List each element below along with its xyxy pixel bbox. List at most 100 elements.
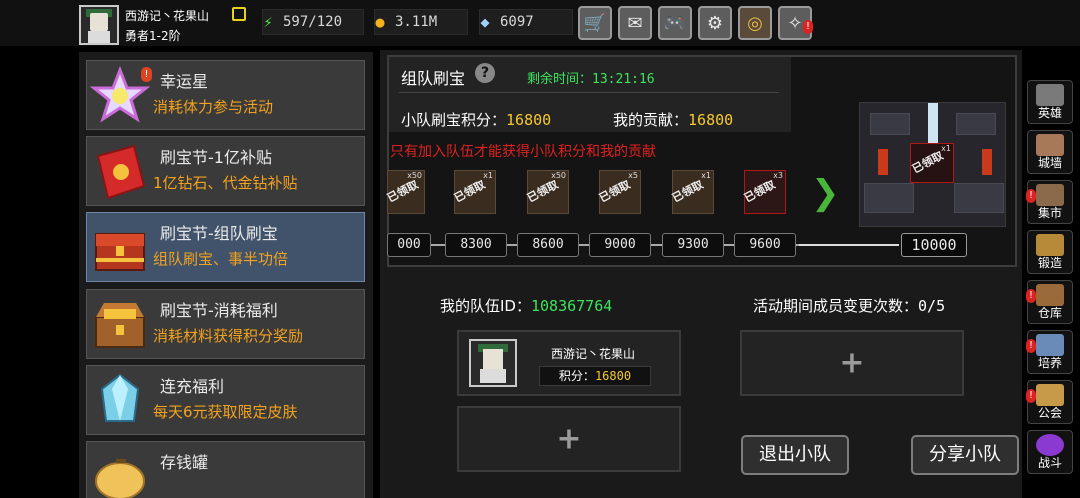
shop-button[interactable]: 🛒 [578, 6, 612, 40]
next-arrow-icon[interactable]: ❯ [811, 175, 840, 211]
timer-value: 13:21:16 [592, 72, 655, 87]
right-navigation: 英雄 城墙 ! 集市 锻造 ! 仓库 ! 培养 ! 公会 战斗 [1026, 80, 1074, 498]
event-item-team-treasure[interactable]: 刷宝节-组队刷宝 组队刷宝、事半功倍 [86, 212, 365, 282]
event-list[interactable]: ! 幸运星 消耗体力参与活动 刷宝节-1亿补贴 1亿钻石、代金钻补贴 刷宝节-组… [79, 52, 373, 498]
crystal-icon [90, 371, 150, 431]
add-member-icon: + [839, 345, 865, 381]
nav-forge[interactable]: 锻造 [1027, 230, 1073, 274]
alert-badge: ! [1026, 339, 1036, 353]
nav-label: 战斗 [1037, 456, 1062, 470]
nav-label: 公会 [1037, 406, 1062, 420]
reward-item[interactable]: x3 已领取 [742, 170, 786, 214]
help-icon[interactable]: ? [475, 63, 495, 83]
milestone-value: 9000 [589, 233, 651, 257]
event-desc: 消耗体力参与活动 [153, 98, 274, 116]
nav-guild[interactable]: ! 公会 [1026, 380, 1073, 424]
avatar-body [480, 369, 506, 383]
edit-name-icon[interactable] [232, 7, 246, 21]
team-score-label: 小队刷宝积分： [401, 111, 507, 129]
team-id-value: 108367764 [530, 297, 613, 315]
team-member-slot[interactable]: 西游记丶花果山 积分：16800 [457, 330, 681, 396]
top-bar: 西游记丶花果山 勇者1-2阶 ⚡ 597/120 ● 3.11M ◆ 6097 … [0, 0, 1080, 46]
reward-item[interactable]: x1 已领取 [452, 170, 496, 214]
sword-icon [928, 103, 938, 143]
settings-button[interactable]: ⚙ [698, 6, 732, 40]
gold-value: 3.11M [395, 14, 438, 30]
leave-team-button[interactable]: 退出小队 [741, 435, 849, 475]
nav-warehouse[interactable]: ! 仓库 [1026, 280, 1073, 324]
treasure-progress-section: 组队刷宝 ? 剩余时间：13:21:16 小队刷宝积分：16800 我的贡献：1… [385, 55, 1017, 267]
team-score-stat: 小队刷宝积分：16800 [401, 109, 551, 130]
claimed-stamp: 已领取 [452, 177, 488, 205]
event-item-subsidy[interactable]: 刷宝节-1亿补贴 1亿钻石、代金钻补贴 [86, 136, 365, 206]
event-title: 存钱罐 [160, 453, 209, 472]
reward-count: x1 [941, 144, 951, 153]
event-desc: 1亿钻石、代金钻补贴 [153, 174, 298, 192]
helmet-icon [1036, 84, 1064, 106]
nav-battle[interactable]: 战斗 [1027, 430, 1073, 474]
share-team-button[interactable]: 分享小队 [911, 435, 1019, 475]
torch-icon [878, 149, 888, 175]
event-desc: 组队刷宝、事半功倍 [153, 250, 289, 268]
join-team-warning: 只有加入队伍才能获得小队积分和我的贡献 [390, 144, 656, 160]
nav-hero[interactable]: 英雄 [1027, 80, 1073, 124]
panel-title: 组队刷宝 [401, 69, 466, 88]
color-wheel-button[interactable]: ◎ [738, 6, 772, 40]
nav-label: 仓库 [1037, 306, 1062, 320]
member-avatar [469, 339, 517, 387]
milestone-progress: 000 8300 8600 9000 9300 9600 10000 [387, 233, 1017, 257]
crack-button[interactable]: ✧ ! [778, 6, 813, 40]
red-envelope-icon [90, 142, 150, 202]
gamepad-button[interactable]: 🎮 [658, 6, 692, 40]
color-wheel-icon: ◎ [747, 12, 763, 34]
cart-icon: 🛒 [583, 12, 607, 34]
claimed-stamp: 已领取 [597, 177, 633, 205]
event-item-consume-welfare[interactable]: 刷宝节-消耗福利 消耗材料获得积分奖励 [86, 289, 365, 359]
my-contribution-label: 我的贡献： [613, 111, 689, 129]
nav-wall[interactable]: 城墙 [1027, 130, 1073, 174]
gem-value: 6097 [500, 14, 534, 30]
gem-counter[interactable]: ◆ 6097 [479, 9, 573, 35]
empty-member-slot[interactable]: + [740, 330, 964, 396]
anvil-icon [1036, 234, 1064, 256]
flask-icon [1036, 334, 1064, 356]
wall-brick [954, 183, 1004, 213]
alert-badge: ! [141, 67, 152, 82]
event-item-lucky-star[interactable]: ! 幸运星 消耗体力参与活动 [86, 60, 365, 130]
nav-train[interactable]: ! 培养 [1026, 330, 1073, 374]
wall-brick [956, 113, 996, 135]
change-count-label: 活动期间成员变更次数： [753, 297, 919, 315]
final-reward-image[interactable]: x1 已领取 [859, 102, 1006, 227]
mail-button[interactable]: ✉ [618, 6, 652, 40]
energy-counter[interactable]: ⚡ 597/120 [262, 9, 364, 35]
empty-member-slot[interactable]: + [457, 406, 681, 472]
my-contribution-stat: 我的贡献：16800 [613, 109, 733, 130]
team-score-value: 16800 [506, 111, 552, 129]
reward-count: x1 [483, 171, 493, 180]
gold-counter[interactable]: ● 3.11M [374, 9, 468, 35]
nav-market[interactable]: ! 集市 [1026, 180, 1073, 224]
reward-item[interactable]: x50 已领取 [385, 170, 425, 214]
event-item-recharge[interactable]: 连充福利 每天6元获取限定皮肤 [86, 365, 365, 435]
event-item-piggy-bank[interactable]: 存钱罐 [86, 441, 365, 498]
timer-label: 剩余时间： [527, 72, 593, 87]
nav-label: 集市 [1037, 206, 1062, 220]
torch-icon [982, 149, 992, 175]
team-id: 我的队伍ID：108367764 [440, 295, 612, 316]
portal-icon [1036, 434, 1064, 456]
milestone-value: 9600 [734, 233, 796, 257]
reward-item[interactable]: x5 已领取 [597, 170, 641, 214]
reward-item[interactable]: x50 已领取 [525, 170, 569, 214]
alert-badge: ! [803, 20, 813, 34]
lightning-icon: ⚡ [263, 13, 273, 31]
wall-brick [864, 183, 914, 213]
market-icon [1036, 184, 1064, 206]
player-avatar[interactable] [79, 5, 119, 45]
countdown-timer: 剩余时间：13:21:16 [527, 68, 655, 87]
chest-icon [90, 218, 150, 278]
wall-brick [870, 113, 910, 135]
treasure-box-icon [90, 295, 150, 355]
divider [399, 92, 779, 93]
event-title: 刷宝节-消耗福利 [160, 301, 278, 320]
reward-item[interactable]: x1 已领取 [670, 170, 714, 214]
